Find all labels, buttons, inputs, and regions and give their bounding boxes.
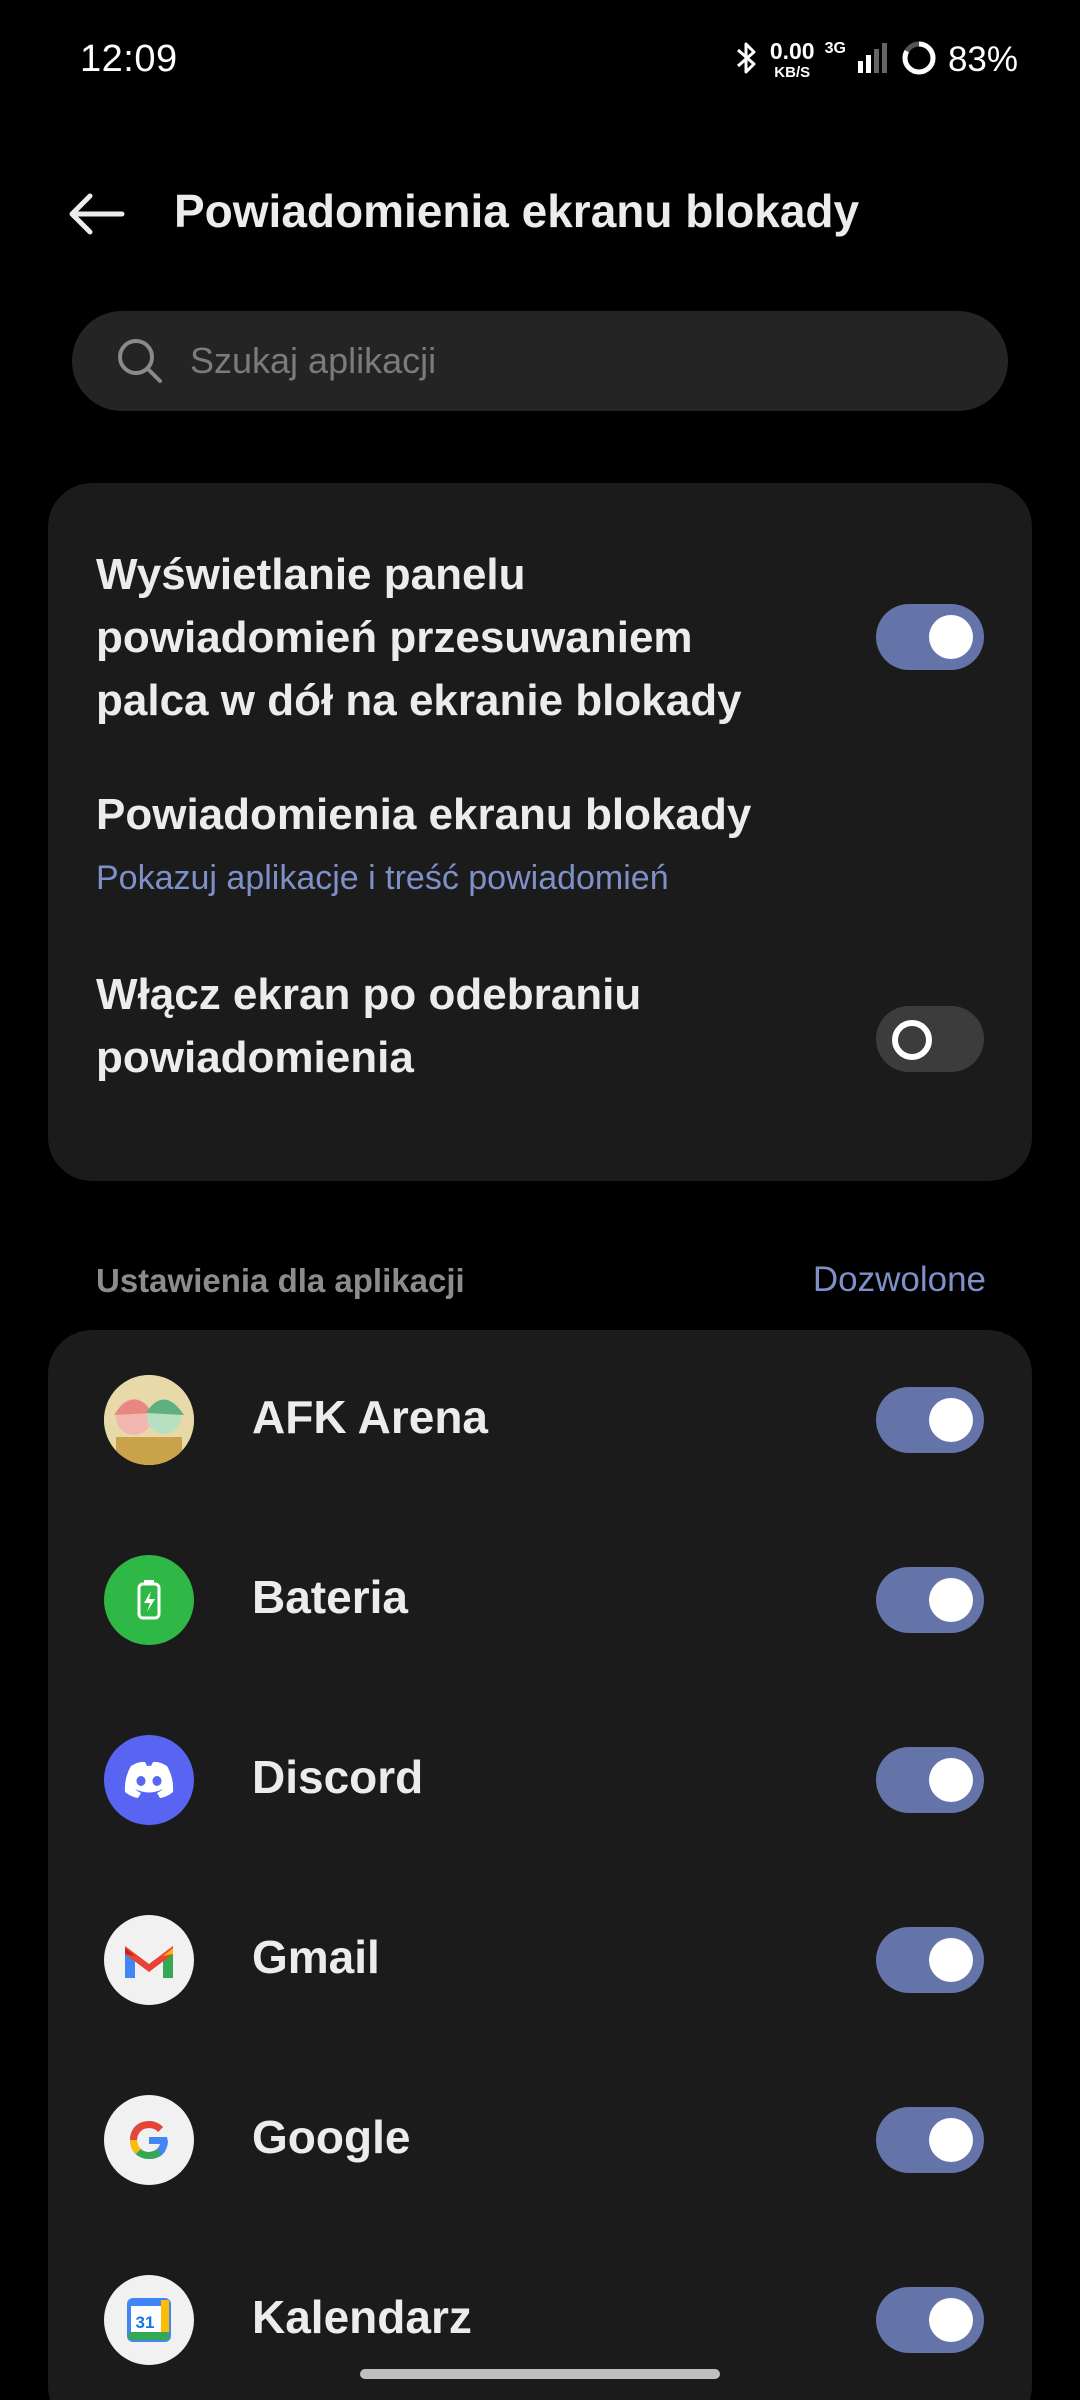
status-time: 12:09: [80, 38, 178, 80]
app-row-bateria[interactable]: Bateria: [48, 1510, 1032, 1690]
calendar-icon: 31: [104, 2275, 194, 2365]
app-row-discord[interactable]: Discord: [48, 1690, 1032, 1870]
status-bar: 12:09 0.00 KB/S 3G 83%: [0, 0, 1080, 124]
discord-icon: [104, 1735, 194, 1825]
app-name: Kalendarz: [252, 2291, 472, 2343]
gmail-icon: [104, 1915, 194, 2005]
speed-unit: KB/S: [774, 64, 811, 81]
app-name: Discord: [252, 1751, 424, 1803]
page-title: Powiadomienia ekranu blokady: [174, 185, 860, 237]
battery-percent: 83%: [947, 40, 1018, 79]
setting-label-line: Włącz ekran po odebraniu: [96, 970, 642, 1019]
screen: 12:09 0.00 KB/S 3G 83% Powiadomienia ekr…: [0, 0, 1080, 2400]
apps-filter-dropdown[interactable]: Dozwolone: [813, 1260, 986, 1300]
search-input[interactable]: Szukaj aplikacji: [72, 311, 1008, 411]
search-icon: [118, 339, 162, 383]
swipe-panel-toggle[interactable]: [876, 604, 984, 670]
toggle-knob: [929, 615, 973, 659]
app-row-afk-arena[interactable]: AFK Arena: [48, 1330, 1032, 1510]
app-row-google[interactable]: Google: [48, 2050, 1032, 2230]
arrow-left-icon: [69, 193, 125, 235]
setting-label-line: powiadomień przesuwaniem: [96, 613, 693, 662]
app-toggle-discord[interactable]: [876, 1747, 984, 1813]
bluetooth-icon: [734, 40, 760, 81]
app-name: Bateria: [252, 1571, 408, 1623]
setting-swipe-down-panel[interactable]: Wyświetlanie panelu powiadomień przesuwa…: [48, 483, 1032, 725]
setting-label-line: palca w dół na ekranie blokady: [96, 676, 742, 725]
apps-section-label: Ustawienia dla aplikacji: [96, 1262, 465, 1299]
gesture-navigation-bar[interactable]: [360, 2369, 720, 2379]
signal-icon: [856, 41, 890, 80]
setting-wake-screen[interactable]: Włącz ekran po odebraniu powiadomienia: [48, 963, 1032, 1143]
app-name: AFK Arena: [252, 1391, 488, 1443]
afk-arena-icon: [104, 1375, 194, 1465]
toggle-knob: [929, 1578, 973, 1622]
lockscreen-settings-card: Wyświetlanie panelu powiadomień przesuwa…: [48, 483, 1032, 1181]
network-type: 3G: [824, 40, 846, 57]
setting-lockscreen-notifications[interactable]: Powiadomienia ekranu blokady Pokazuj apl…: [48, 783, 1032, 923]
app-toggle-google[interactable]: [876, 2107, 984, 2173]
app-toggle-kalendarz[interactable]: [876, 2287, 984, 2353]
setting-label-line: Wyświetlanie panelu: [96, 550, 526, 599]
app-name: Google: [252, 2111, 411, 2163]
calendar-day: 31: [136, 2313, 155, 2332]
back-button[interactable]: [56, 178, 136, 250]
network-speed: 0.00 KB/S: [769, 38, 815, 81]
toggle-knob: [892, 1020, 932, 1060]
search-placeholder: Szukaj aplikacji: [190, 340, 437, 381]
toggle-knob: [929, 2298, 973, 2342]
battery-ring-icon: [900, 39, 938, 82]
setting-subtitle: Pokazuj aplikacje i treść powiadomień: [96, 859, 669, 897]
app-name: Gmail: [252, 1931, 380, 1983]
toggle-knob: [929, 1398, 973, 1442]
toggle-knob: [929, 1758, 973, 1802]
toggle-knob: [929, 2118, 973, 2162]
status-icons: 0.00 KB/S 3G 83%: [734, 36, 1018, 84]
apps-card: AFK Arena Bateria Discord Gmail Google 3…: [48, 1330, 1032, 2400]
app-toggle-afk-arena[interactable]: [876, 1387, 984, 1453]
app-toggle-gmail[interactable]: [876, 1927, 984, 1993]
google-icon: [104, 2095, 194, 2185]
setting-label: Włącz ekran po odebraniu powiadomienia: [96, 963, 641, 1089]
setting-label-line: powiadomienia: [96, 1033, 414, 1082]
toggle-knob: [929, 1938, 973, 1982]
app-row-gmail[interactable]: Gmail: [48, 1870, 1032, 2050]
speed-value: 0.00: [769, 38, 815, 64]
setting-label: Powiadomienia ekranu blokady: [96, 790, 752, 839]
setting-label: Wyświetlanie panelu powiadomień przesuwa…: [96, 543, 742, 732]
wake-screen-toggle[interactable]: [876, 1006, 984, 1072]
battery-icon: [104, 1555, 194, 1645]
app-toggle-bateria[interactable]: [876, 1567, 984, 1633]
